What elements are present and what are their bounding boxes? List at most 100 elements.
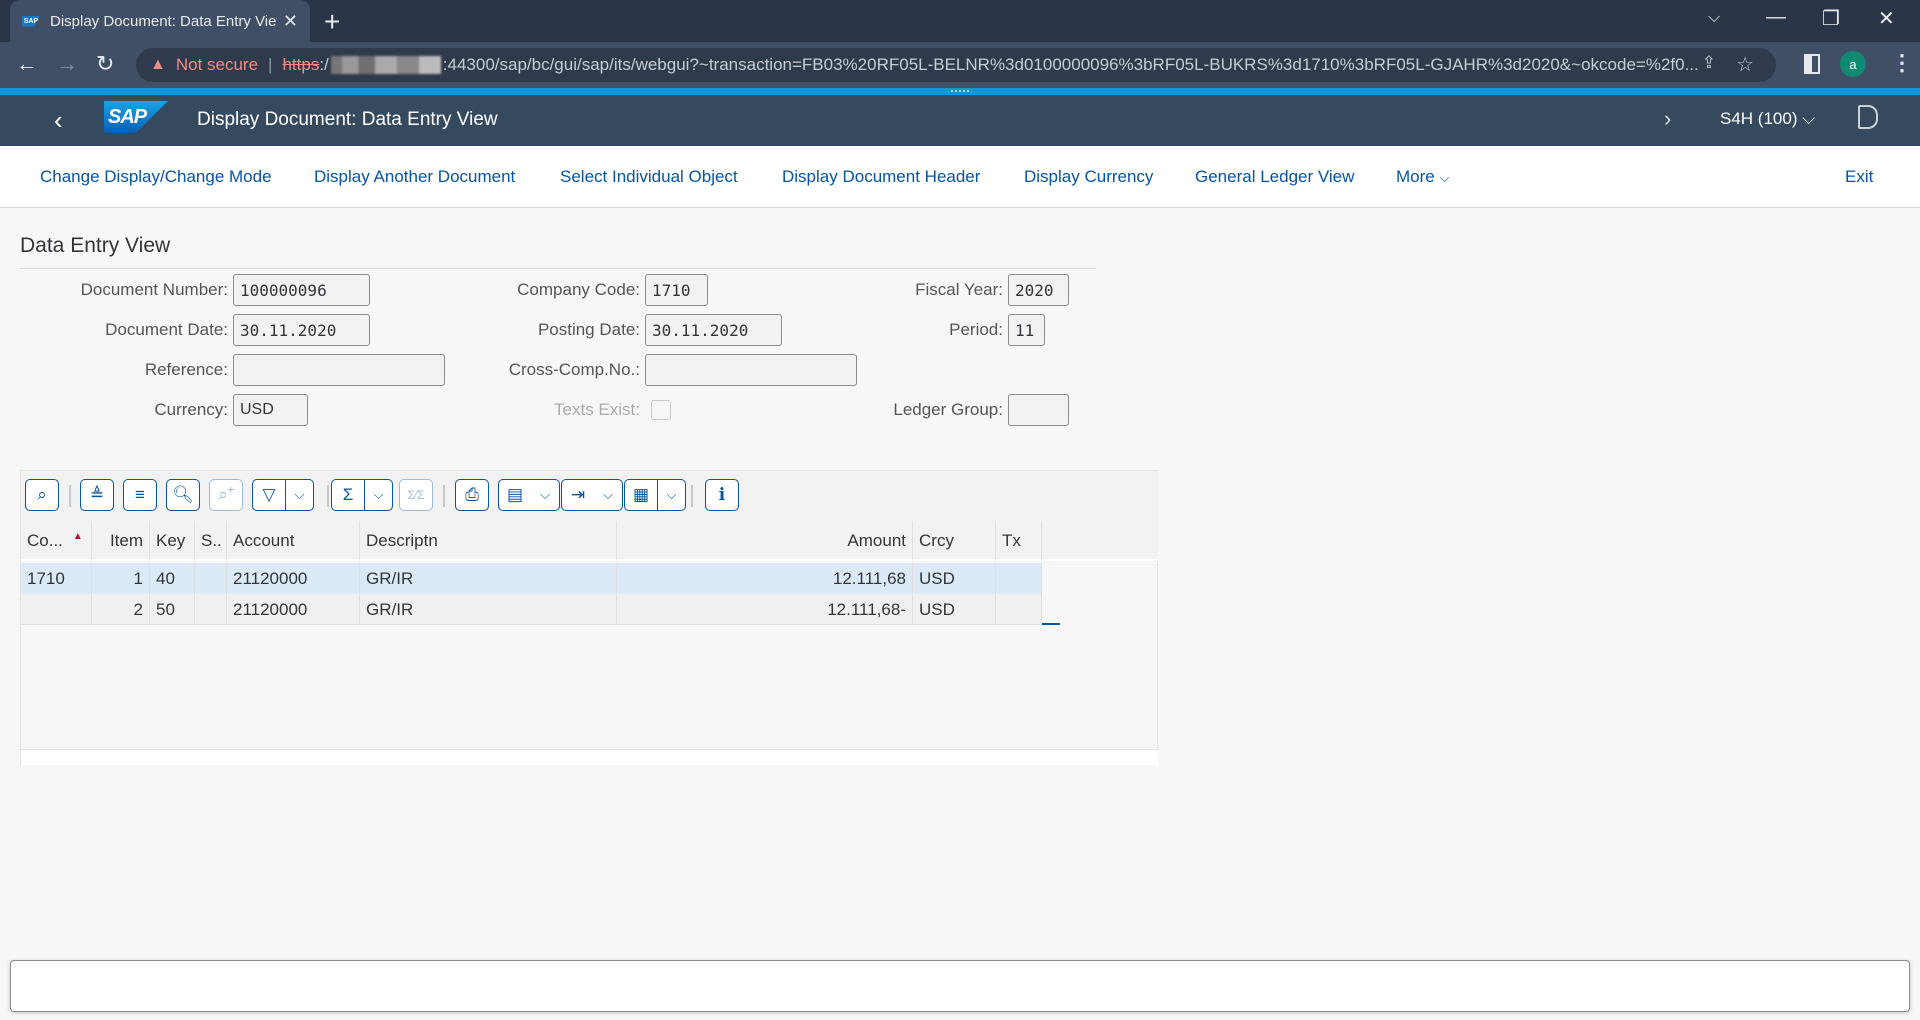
column-header-company-code[interactable]: Co... ▲ xyxy=(21,521,92,561)
chevron-down-icon[interactable]: ⌵ xyxy=(364,480,392,510)
display-another-document-button[interactable]: Display Another Document xyxy=(314,167,515,187)
info-button[interactable]: i xyxy=(705,479,739,511)
url-text: :44300/sap/bc/gui/sap/its/webgui?~transa… xyxy=(442,55,1699,74)
find-icon: 🔍︎ xyxy=(172,485,194,504)
company-code-label: Company Code: xyxy=(517,280,640,299)
cell-item[interactable]: 1 xyxy=(92,563,150,594)
browser-menu-icon[interactable]: ⋮ xyxy=(1891,50,1913,76)
layout-button[interactable]: ▦ ⌵ xyxy=(624,479,686,511)
cell-key[interactable]: 40 xyxy=(150,563,195,594)
system-selector[interactable]: S4H (100) ⌵ xyxy=(1720,109,1815,129)
chevron-down-icon: ⌵ xyxy=(540,487,550,502)
cell-item[interactable]: 2 xyxy=(92,594,150,625)
sort-ascending-button[interactable]: ≜ xyxy=(80,479,114,511)
sort-descending-button[interactable]: ≡ xyxy=(123,479,157,511)
cell-key[interactable]: 50 xyxy=(150,594,195,625)
select-individual-object-button[interactable]: Select Individual Object xyxy=(560,167,738,187)
export-button[interactable]: ⇥ ⌵ xyxy=(561,479,623,511)
display-currency-button[interactable]: Display Currency xyxy=(1024,167,1153,187)
sap-logo[interactable]: SAP xyxy=(104,101,168,133)
share-icon[interactable]: ⇪ xyxy=(1702,53,1716,73)
display-document-header-button[interactable]: Display Document Header xyxy=(782,167,980,187)
column-header-filler xyxy=(1042,521,1158,561)
document-number-field[interactable]: 100000096 xyxy=(233,274,370,306)
view-icon: ▤ xyxy=(506,485,524,504)
cell-special-gl[interactable] xyxy=(195,563,227,594)
cross-comp-no-field[interactable] xyxy=(645,354,857,386)
bookmark-star-icon[interactable]: ☆ xyxy=(1736,52,1754,77)
forward-icon[interactable]: → xyxy=(56,51,78,77)
filter-button[interactable]: ▽ ⌵ xyxy=(252,479,314,511)
period-field[interactable]: 11 xyxy=(1008,314,1045,346)
more-label: More xyxy=(1396,167,1435,186)
column-header-account[interactable]: Account xyxy=(227,521,360,561)
chevron-down-icon[interactable]: ⌵ xyxy=(657,480,685,510)
forward-chevron-icon[interactable]: › xyxy=(1664,106,1671,132)
exit-button[interactable]: Exit xyxy=(1845,167,1873,187)
layout-settings-icon: ▦ xyxy=(632,485,650,504)
back-icon[interactable]: ← xyxy=(16,51,38,77)
back-chevron-icon[interactable]: ‹ xyxy=(54,105,63,136)
separator xyxy=(443,485,445,507)
cell-company-code[interactable] xyxy=(21,594,92,625)
browser-tab[interactable]: SAP Display Document: Data Entry View ✕ xyxy=(10,0,310,42)
general-ledger-view-button[interactable]: General Ledger View xyxy=(1195,167,1354,187)
sap-shell-header: ‹ SAP Display Document: Data Entry View … xyxy=(0,95,1920,146)
close-tab-icon[interactable]: ✕ xyxy=(283,11,298,32)
reload-icon[interactable]: ↻ xyxy=(96,51,114,77)
new-tab-icon[interactable]: + xyxy=(324,6,340,38)
posting-date-field[interactable]: 30.11.2020 xyxy=(645,314,782,346)
cell-special-gl[interactable] xyxy=(195,594,227,625)
more-menu-button[interactable]: More ⌵ xyxy=(1396,167,1449,187)
reference-field[interactable] xyxy=(233,354,445,386)
cell-description[interactable]: GR/IR xyxy=(360,594,617,625)
cell-currency[interactable]: USD xyxy=(913,563,996,594)
subtotal-icon: Σ⁄Σ xyxy=(407,488,425,502)
print-button[interactable]: ⎙ xyxy=(455,479,489,511)
column-header-tax[interactable]: Tx xyxy=(996,521,1042,561)
chevron-down-icon[interactable]: ⌵ xyxy=(285,480,313,510)
side-panel-icon[interactable] xyxy=(1804,54,1820,74)
cell-amount[interactable]: 12.111,68 xyxy=(617,563,913,594)
ledger-group-field[interactable] xyxy=(1008,394,1069,426)
cell-description[interactable]: GR/IR xyxy=(360,563,617,594)
details-button[interactable]: ⌕ xyxy=(25,479,59,511)
fiscal-year-field[interactable]: 2020 xyxy=(1008,274,1069,306)
close-window-icon[interactable]: ✕ xyxy=(1878,6,1895,31)
cell-tax[interactable] xyxy=(996,594,1042,625)
column-header-item[interactable]: Item xyxy=(92,521,150,561)
separator xyxy=(69,485,71,507)
change-mode-button[interactable]: Change Display/Change Mode xyxy=(40,167,272,187)
user-profile-icon[interactable] xyxy=(1858,105,1878,129)
separator xyxy=(327,485,329,507)
document-date-label: Document Date: xyxy=(105,320,228,339)
restore-icon[interactable]: ❐ xyxy=(1822,6,1840,31)
column-header-amount[interactable]: Amount xyxy=(617,521,913,561)
cell-tax[interactable] xyxy=(996,563,1042,594)
currency-field[interactable]: USD xyxy=(233,394,308,426)
company-code-field[interactable]: 1710 xyxy=(645,274,708,306)
cell-account[interactable]: 21120000 xyxy=(227,594,360,625)
column-header-key[interactable]: Key xyxy=(150,521,195,561)
column-header-description[interactable]: Descriptn xyxy=(360,521,617,561)
filter-icon: ▽ xyxy=(262,485,276,504)
view-button[interactable]: ▤ ⌵ xyxy=(498,479,560,511)
minimize-icon[interactable]: — xyxy=(1766,6,1786,29)
find-button[interactable]: 🔍︎ xyxy=(166,479,200,511)
security-status[interactable]: Not secure xyxy=(176,55,258,75)
profile-avatar[interactable]: a xyxy=(1840,51,1866,77)
tab-search-chevron-icon[interactable]: ⌵ xyxy=(1708,9,1720,27)
column-header-special-gl[interactable]: S.. xyxy=(195,521,227,561)
cell-currency[interactable]: USD xyxy=(913,594,996,625)
url-input[interactable]: ▲ Not secure | https:/ :44300/sap/bc/gui… xyxy=(136,48,1776,82)
document-date-field[interactable]: 30.11.2020 xyxy=(233,314,370,346)
resize-grip-icon[interactable] xyxy=(951,90,969,92)
url-scheme: https xyxy=(282,55,320,74)
sum-button[interactable]: Σ ⌵ xyxy=(331,479,393,511)
accent-stripe xyxy=(0,88,1920,95)
sap-favicon-icon: SAP xyxy=(22,15,40,27)
column-header-currency[interactable]: Crcy xyxy=(913,521,996,561)
cell-amount[interactable]: 12.111,68- xyxy=(617,594,913,625)
cell-company-code[interactable]: 1710 xyxy=(21,563,92,594)
cell-account[interactable]: 21120000 xyxy=(227,563,360,594)
